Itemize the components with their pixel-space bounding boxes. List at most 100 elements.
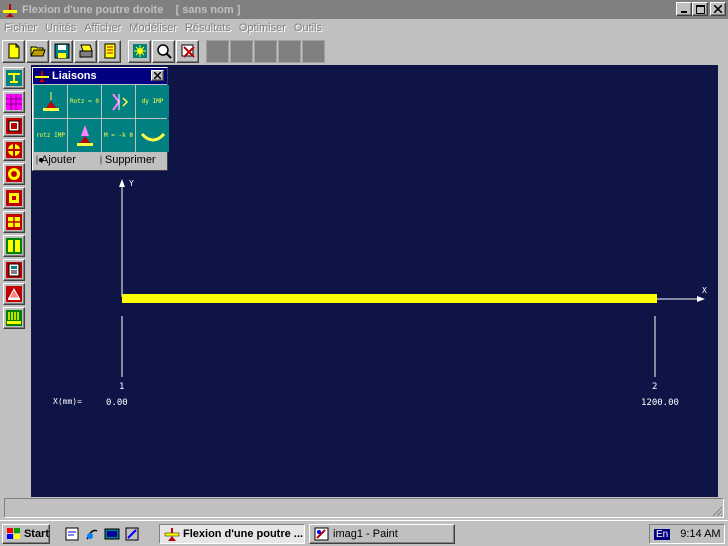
panel-button[interactable] [3, 115, 25, 137]
menu-outils[interactable]: Outils [294, 22, 322, 34]
liaisons-mode: Ajouter Supprimer [33, 153, 167, 167]
liaison-moment[interactable]: M = -k θ [102, 119, 135, 152]
liaison-simple-support[interactable] [34, 85, 67, 118]
language-indicator[interactable]: En [654, 528, 671, 540]
beam-section-icon [6, 70, 22, 86]
minimize-button[interactable] [676, 2, 692, 16]
box-button[interactable] [3, 187, 25, 209]
quicklaunch-browser-icon[interactable] [84, 526, 100, 542]
menu-afficher[interactable]: Afficher [84, 22, 121, 34]
liaison-hinge[interactable] [102, 85, 135, 118]
menu-modeliser[interactable]: Modéliser [129, 22, 177, 34]
task-paint-label: imag1 - Paint [333, 528, 398, 540]
spring-icon [140, 132, 165, 141]
app-icon[interactable] [2, 2, 18, 18]
panel-icon [6, 118, 22, 134]
liaisons-grid: Rotz = 0 dy IMP rotz IMP M = -k θ [33, 84, 169, 153]
disabled-tool-3 [254, 39, 277, 63]
open-button[interactable] [26, 39, 49, 63]
grid-pattern-icon [6, 94, 22, 110]
quicklaunch-ie-icon[interactable] [64, 526, 80, 542]
radio-ajouter-label[interactable]: Ajouter [41, 154, 76, 166]
reset-icon [181, 44, 195, 58]
paint-icon [314, 527, 329, 541]
ring-button[interactable] [3, 163, 25, 185]
start-label: Start [23, 528, 49, 540]
task-paint[interactable]: imag1 - Paint [309, 524, 455, 544]
quicklaunch-desktop-icon[interactable] [104, 526, 120, 542]
ring-icon [6, 166, 22, 182]
table-icon [6, 214, 22, 230]
print-button[interactable] [74, 39, 97, 63]
status-bar [4, 498, 724, 518]
radio-ajouter[interactable] [36, 155, 43, 165]
beam-section-button[interactable] [3, 67, 25, 89]
layout-button[interactable] [3, 235, 25, 257]
fixed-support-icon [76, 124, 93, 146]
liaisons-close-button[interactable] [151, 70, 164, 81]
calculator-button[interactable] [3, 259, 25, 281]
box-icon [6, 190, 22, 206]
y-axis-arrow [119, 179, 125, 187]
node-1-x: 0.00 [106, 398, 128, 408]
print-icon [79, 44, 93, 58]
liaison-spring[interactable] [136, 119, 169, 152]
save-button[interactable] [50, 39, 73, 63]
zoom-button[interactable] [152, 39, 175, 63]
layout-icon [6, 238, 22, 254]
node-2-id: 2 [652, 382, 657, 392]
x-axis-label: X [702, 286, 707, 295]
menu-resultats[interactable]: Résultats [185, 22, 231, 34]
system-tray: En 9:14 AM [649, 524, 725, 544]
close-button[interactable] [710, 2, 726, 16]
taskbar: Start Flexion d'une poutre ... imag1 - P… [0, 520, 728, 546]
liaison-rotz-zero[interactable]: Rotz = 0 [68, 85, 101, 118]
liaisons-icon [35, 71, 49, 82]
support-button[interactable] [3, 283, 25, 305]
left-toolbar [3, 67, 25, 331]
open-folder-icon [29, 46, 46, 57]
grid-pattern-button[interactable] [3, 91, 25, 113]
resize-grip-icon[interactable] [711, 505, 723, 517]
reset-button[interactable] [176, 39, 199, 63]
beam[interactable] [122, 294, 657, 303]
calculate-button[interactable] [128, 39, 151, 63]
flexion-app-icon [164, 528, 180, 541]
target-button[interactable] [3, 139, 25, 161]
x-caption: X(mm)= [53, 397, 82, 406]
disabled-tool-2 [230, 39, 253, 63]
disabled-tool-5 [302, 39, 325, 63]
node-1-id: 1 [119, 382, 124, 392]
simple-support-icon [42, 91, 59, 111]
menu-optimiser[interactable]: Optimiser [239, 22, 286, 34]
new-button[interactable] [2, 39, 25, 63]
y-axis-label: Y [129, 179, 134, 188]
maximize-button[interactable] [692, 2, 708, 16]
window-title: Flexion d'une poutre droite [ sans nom ] [22, 3, 241, 16]
radio-supprimer-label[interactable]: Supprimer [105, 154, 156, 166]
node-2-x: 1200.00 [641, 398, 679, 408]
notes-icon [104, 43, 115, 59]
target-icon [6, 142, 22, 158]
start-button[interactable]: Start [2, 524, 50, 544]
menu-unites[interactable]: Unités [45, 22, 76, 34]
loads-button[interactable] [3, 307, 25, 329]
task-flexion[interactable]: Flexion d'une poutre ... [159, 524, 305, 544]
table-button[interactable] [3, 211, 25, 233]
title-bar: Flexion d'une poutre droite [ sans nom ] [0, 0, 728, 19]
new-file-icon [8, 43, 19, 59]
menu-fichier[interactable]: Fichier [4, 22, 37, 34]
liaison-fixed-support[interactable] [68, 119, 101, 152]
liaison-imposed-dy[interactable]: dy IMP [136, 85, 169, 118]
disabled-tool-4 [278, 39, 301, 63]
clock[interactable]: 9:14 AM [680, 528, 720, 540]
liaison-imposed-rotz[interactable]: rotz IMP [34, 119, 67, 152]
quicklaunch-channels-icon[interactable] [124, 526, 140, 542]
notes-button[interactable] [98, 39, 121, 63]
liaisons-title-bar[interactable]: Liaisons [33, 68, 167, 84]
maximize-icon [695, 4, 705, 14]
radio-supprimer[interactable] [99, 155, 102, 165]
calculator-icon [6, 262, 22, 278]
right-edge [718, 65, 728, 497]
toolbar [2, 38, 326, 64]
